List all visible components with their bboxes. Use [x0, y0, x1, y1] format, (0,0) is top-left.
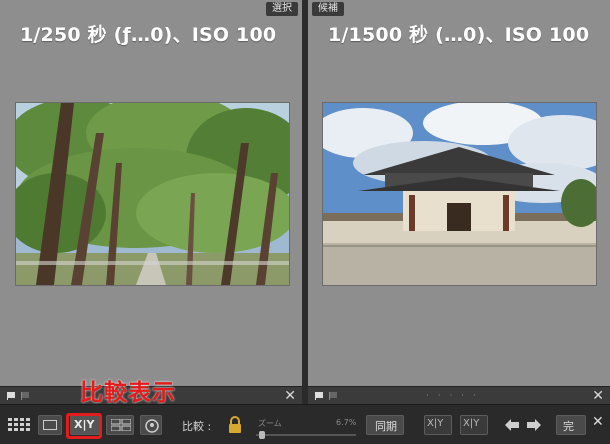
reject-flag-icon[interactable] — [20, 391, 30, 400]
close-select-icon[interactable]: ✕ — [284, 388, 296, 404]
arrow-right-icon[interactable] — [526, 418, 542, 432]
photo-candidate-temple-gate[interactable] — [322, 102, 597, 286]
rating-dots[interactable]: · · · · · — [426, 387, 479, 405]
zoom-value: 6.7% — [336, 418, 357, 427]
swap-button[interactable]: X|Y — [424, 415, 452, 435]
pane-bar-candidate: · · · · · ✕ — [308, 386, 610, 405]
grid-view-icon[interactable] — [8, 418, 30, 432]
done-label: 完 — [563, 420, 574, 433]
people-view-button[interactable] — [140, 415, 162, 435]
photo-select-pine-trees[interactable] — [15, 102, 290, 286]
sync-button[interactable]: 同期 — [366, 415, 404, 435]
make-select-xy-icon: X|Y — [463, 418, 480, 429]
exif-info-select: 1/250 秒 (ƒ…0)、ISO 100 — [20, 24, 277, 46]
candidate-tag: 候補 — [312, 2, 344, 16]
compare-pane-select[interactable]: 選択 1/250 秒 (ƒ…0)、ISO 100 — [0, 0, 302, 386]
compare-view-annotation: 比較表示 — [80, 380, 176, 406]
zoom-slider-thumb[interactable] — [259, 431, 265, 439]
flag-icon[interactable] — [314, 391, 324, 400]
compare-button-highlight — [66, 413, 102, 439]
swap-xy-icon: X|Y — [427, 418, 444, 429]
lock-icon[interactable] — [228, 416, 242, 434]
make-select-button[interactable]: X|Y — [460, 415, 488, 435]
exif-info-candidate: 1/1500 秒 (…0)、ISO 100 — [328, 24, 590, 46]
arrow-left-icon[interactable] — [504, 418, 520, 432]
zoom-label: ズーム — [258, 419, 282, 428]
reject-flag-icon[interactable] — [328, 391, 338, 400]
survey-icon — [111, 419, 131, 431]
pine-trees-image — [16, 103, 289, 285]
compare-label: 比較 : — [182, 420, 212, 433]
select-tag: 選択 — [266, 2, 298, 16]
face-icon — [145, 419, 159, 433]
survey-view-button[interactable] — [106, 415, 134, 435]
temple-gate-image — [323, 103, 596, 285]
done-button[interactable]: 完 — [556, 415, 586, 435]
loupe-view-button[interactable] — [38, 415, 62, 435]
loupe-icon — [43, 420, 57, 430]
compare-pane-candidate[interactable]: 候補 1/1500 秒 (…0)、ISO 100 — [308, 0, 610, 386]
flag-icon[interactable] — [6, 391, 16, 400]
toolbar-close-icon[interactable]: ✕ — [592, 414, 604, 430]
sync-label: 同期 — [375, 420, 397, 433]
close-candidate-icon[interactable]: ✕ — [592, 388, 604, 404]
zoom-slider-track[interactable] — [256, 434, 356, 436]
